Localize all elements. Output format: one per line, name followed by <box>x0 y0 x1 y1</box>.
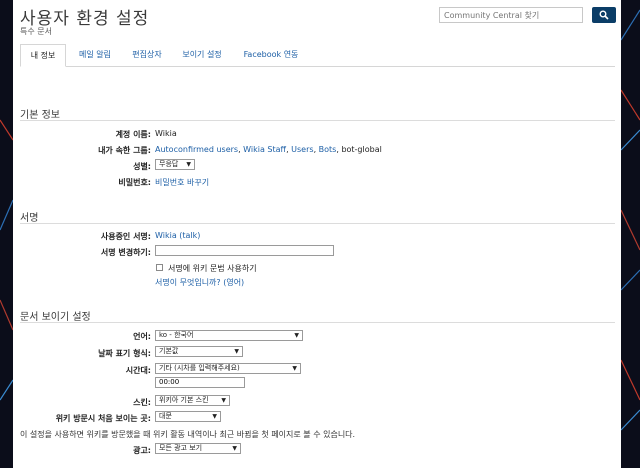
tab-bar: 내 정보 메일 알림 편집상자 보이기 설정 Facebook 연동 <box>20 44 615 67</box>
timezone-select[interactable]: 기타 (시차를 입력해주세요) ▼ <box>155 363 301 374</box>
dropdown-arrow-icon: ▼ <box>212 413 217 420</box>
date-format-select-value: 기본값 <box>159 347 179 355</box>
page-subtitle: 특수 문서 <box>20 27 52 36</box>
wikitext-checkbox[interactable] <box>156 264 163 271</box>
group-link[interactable]: Users <box>291 145 313 154</box>
username-value: Wikia <box>155 129 177 138</box>
current-signature-value: Wikia (talk) <box>155 231 200 240</box>
group-link[interactable]: Wikia Staff <box>243 145 286 154</box>
section-appearance-title: 문서 보이기 설정 <box>20 312 91 323</box>
skin-label: 스킨: <box>133 398 151 407</box>
dropdown-arrow-icon: ▼ <box>221 397 226 404</box>
gender-select-value: 무응답 <box>159 160 179 168</box>
preferences-page: 사용자 환경 설정 특수 문서 내 정보 메일 알림 편집상자 보이기 설정 F… <box>13 0 621 468</box>
dropdown-arrow-icon: ▼ <box>186 161 191 168</box>
gender-select[interactable]: 무응답 ▼ <box>155 159 195 170</box>
group-link[interactable]: Bots <box>319 145 337 154</box>
tab-my-info[interactable]: 내 정보 <box>20 44 66 67</box>
skin-select-value: 위키아 기본 스킨 <box>159 396 209 404</box>
groups-value: Autoconfirmed users, Wikia Staff, Users,… <box>155 145 382 154</box>
dropdown-arrow-icon: ▼ <box>232 445 237 452</box>
date-format-select[interactable]: 기본값 ▼ <box>155 346 243 357</box>
timezone-offset-input[interactable]: 00:00 <box>155 377 245 388</box>
landing-page-select-value: 대문 <box>159 412 172 420</box>
tab-facebook[interactable]: Facebook 연동 <box>234 44 308 66</box>
dropdown-arrow-icon: ▼ <box>292 365 297 372</box>
username-label: 계정 이름: <box>115 130 151 139</box>
user-link[interactable]: Wikia <box>155 231 177 240</box>
timezone-select-value: 기타 (시차를 입력해주세요) <box>159 364 240 372</box>
gender-label: 성별: <box>133 162 151 171</box>
change-signature-label: 서명 변경하기: <box>100 248 151 257</box>
date-format-label: 날짜 표기 형식: <box>98 349 151 358</box>
change-password-link[interactable]: 비밀번호 바꾸기 <box>155 177 209 188</box>
ads-label: 광고: <box>133 446 151 455</box>
signature-input[interactable] <box>155 245 334 256</box>
section-basic-title: 기본 정보 <box>20 110 60 121</box>
divider <box>20 120 615 121</box>
dropdown-arrow-icon: ▼ <box>294 332 299 339</box>
password-label: 비밀번호: <box>118 178 151 187</box>
group-text: bot-global <box>341 145 382 154</box>
tab-email[interactable]: 메일 알림 <box>71 44 119 66</box>
talk-link[interactable]: (talk) <box>179 231 200 240</box>
landing-page-note: 이 설정을 사용하면 위키를 방문했을 때 위키 활동 내역이나 최근 바뀜을 … <box>20 430 356 439</box>
search-input[interactable] <box>439 7 583 23</box>
tab-editing[interactable]: 편집상자 <box>124 44 170 66</box>
language-select-value: ko - 한국어 <box>159 331 194 339</box>
landing-page-label: 위키 방문시 처음 보이는 곳: <box>55 414 151 423</box>
search-button[interactable] <box>592 7 616 23</box>
section-signature-title: 서명 <box>20 213 39 224</box>
timezone-label: 시간대: <box>125 366 151 375</box>
language-select[interactable]: ko - 한국어 ▼ <box>155 330 303 341</box>
language-label: 언어: <box>133 332 151 341</box>
signature-help-link[interactable]: 서명이 무엇입니까? (영어) <box>155 277 244 288</box>
ads-select[interactable]: 모든 광고 보기 ▼ <box>155 443 241 454</box>
current-signature-label: 사용중인 서명: <box>100 232 151 241</box>
magnifier-icon <box>599 10 609 20</box>
divider <box>20 322 615 323</box>
group-link[interactable]: Autoconfirmed users <box>155 145 238 154</box>
skin-select[interactable]: 위키아 기본 스킨 ▼ <box>155 395 230 406</box>
dropdown-arrow-icon: ▼ <box>234 348 239 355</box>
divider <box>20 223 615 224</box>
landing-page-select[interactable]: 대문 ▼ <box>155 411 221 422</box>
wikitext-checkbox-label: 서명에 위키 문법 사용하기 <box>168 264 257 273</box>
groups-label: 내가 속한 그룹: <box>98 146 151 155</box>
tab-appearance[interactable]: 보이기 설정 <box>175 44 229 66</box>
ads-select-value: 모든 광고 보기 <box>159 444 203 452</box>
